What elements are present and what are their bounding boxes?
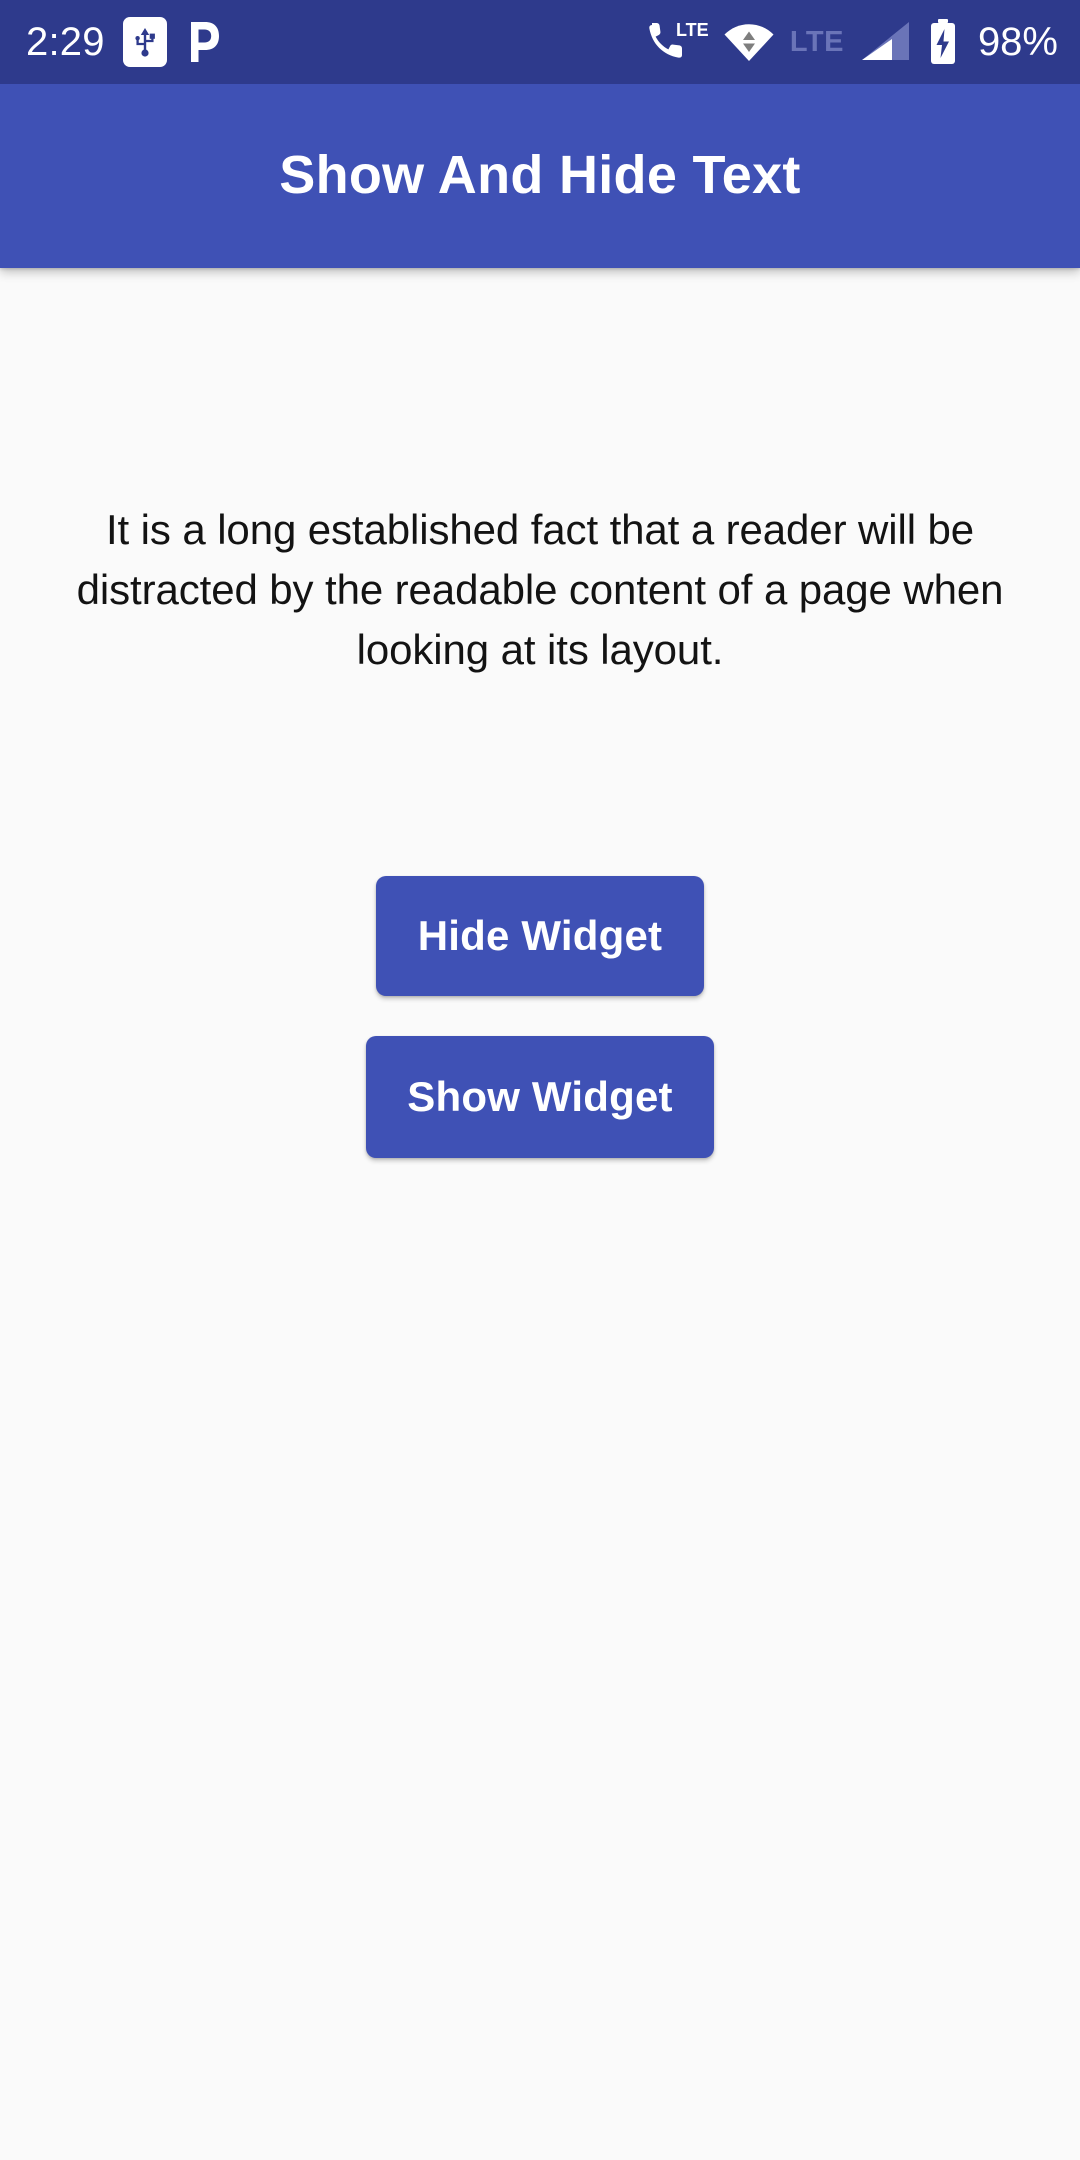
- hide-widget-button[interactable]: Hide Widget: [376, 876, 704, 996]
- status-bar-left-group: 2:29: [26, 17, 223, 67]
- pushbullet-p-logo-icon: [185, 19, 223, 65]
- lte-network-icon: LTE: [789, 25, 844, 58]
- description-paragraph: It is a long established fact that a rea…: [76, 506, 1004, 673]
- battery-charging-icon: [927, 18, 959, 66]
- app-bar: Show And Hide Text: [0, 84, 1080, 268]
- phone-screen: 2:29 LTE LTE 98% Show And Hide Text It i…: [0, 0, 1080, 2160]
- phone-lte-icon: LTE: [646, 18, 708, 66]
- status-bar-right-group: LTE LTE 98%: [646, 18, 1058, 66]
- wifi-transfer-icon: [722, 21, 776, 63]
- battery-percentage-label: 98%: [977, 20, 1058, 64]
- usb-debugging-icon: [122, 17, 167, 67]
- main-content: It is a long established fact that a rea…: [0, 268, 1080, 2160]
- status-bar: 2:29 LTE LTE 98%: [0, 0, 1080, 84]
- signal-bars-icon: [859, 19, 913, 65]
- app-bar-title: Show And Hide Text: [279, 145, 801, 206]
- svg-text:LTE: LTE: [676, 20, 708, 40]
- show-widget-button[interactable]: Show Widget: [366, 1036, 714, 1158]
- button-stack: Hide Widget Show Widget: [366, 876, 714, 1158]
- status-bar-clock: 2:29: [26, 20, 105, 64]
